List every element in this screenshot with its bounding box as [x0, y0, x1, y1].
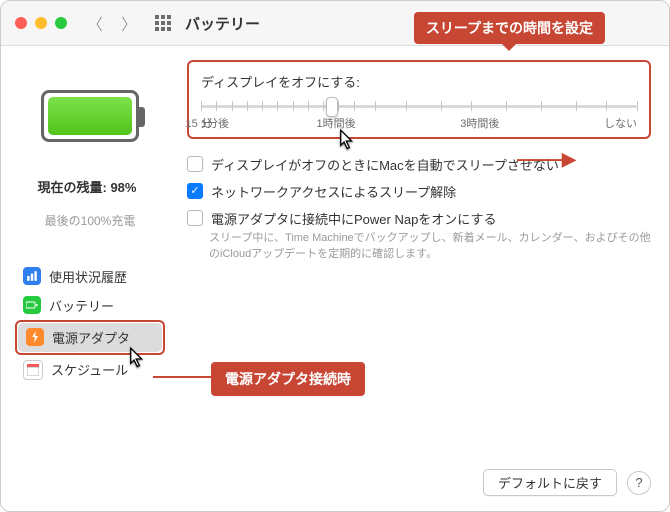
annotation-slider-callout: スリープまでの時間を設定 [414, 12, 605, 44]
help-button[interactable]: ? [627, 471, 651, 495]
sidebar-item-usage-history[interactable]: 使用状況履歴 [15, 262, 165, 291]
slider-tick-labels: 1分後 15 分 1時間後 3時間後 しない [201, 115, 637, 131]
checkbox-label: 電源アダプタに接続中にPower Napをオンにする [211, 209, 496, 228]
battery-icon [41, 90, 139, 142]
restore-defaults-button[interactable]: デフォルトに戻す [483, 469, 617, 496]
sidebar: 現在の残量: 98% 最後の100%充電 使用状況履歴 バッテリー 電源アダプタ [1, 46, 175, 512]
battery-status: 現在の残量: 98% 最後の100%充電 [26, 164, 155, 230]
annotation-sidebar-callout: 電源アダプタ接続時 [211, 362, 365, 396]
toolbar-nav: 〈 〉 [87, 11, 171, 35]
options-list: ディスプレイがオフのときにMacを自動でスリープさせない ネットワークアクセスに… [187, 155, 651, 263]
slider-label: ディスプレイをオフにする: [201, 72, 637, 91]
arrow-right-icon: ———▶ [517, 149, 573, 170]
checkbox-desc: スリープ中に、Time Machineでバックアップし、新着メール、カレンダー、… [209, 231, 651, 263]
show-all-icon[interactable] [155, 15, 171, 31]
bolt-icon [26, 328, 44, 346]
sidebar-item-label: 電源アダプタ [52, 328, 130, 347]
battery-small-icon [23, 296, 41, 314]
sidebar-item-label: バッテリー [49, 296, 114, 315]
chart-icon [23, 267, 41, 285]
battery-level: 現在の残量: 98% [26, 164, 155, 212]
preferences-window: 〈 〉 バッテリー 現在の残量: 98% 最後の100%充電 使用状況履歴 バッ… [0, 0, 670, 512]
checkbox-wake-for-network[interactable] [187, 183, 203, 199]
battery-last-charge: 最後の100%充電 [26, 212, 155, 230]
window-title: バッテリー [185, 13, 260, 34]
minimize-icon[interactable] [35, 17, 47, 29]
close-icon[interactable] [15, 17, 27, 29]
display-off-slider[interactable] [201, 101, 637, 111]
back-icon[interactable]: 〈 [87, 11, 103, 35]
sidebar-nav: 使用状況履歴 バッテリー 電源アダプタ スケジュール [15, 262, 165, 385]
checkbox-label: ディスプレイがオフのときにMacを自動でスリープさせない [211, 155, 559, 174]
sidebar-item-label: 使用状況履歴 [49, 267, 127, 286]
checkbox-prevent-sleep[interactable] [187, 156, 203, 172]
checkbox-label: ネットワークアクセスによるスリープ解除 [211, 182, 456, 201]
annotation-connector [153, 376, 211, 378]
main-pane: スリープまでの時間を設定 ディスプレイをオフにする: 1分後 15 分 1時間後… [175, 46, 669, 512]
sidebar-item-label: スケジュール [51, 360, 128, 379]
window-controls [15, 17, 67, 29]
slider-thumb[interactable] [326, 97, 338, 117]
display-off-slider-group: ディスプレイをオフにする: 1分後 15 分 1時間後 3時間後 しない [187, 60, 651, 139]
sidebar-item-schedule[interactable]: スケジュール [15, 355, 165, 385]
sidebar-item-power-adapter[interactable]: 電源アダプタ [18, 323, 162, 352]
footer-actions: デフォルトに戻す ? [483, 469, 651, 496]
calendar-icon [23, 360, 43, 380]
checkbox-power-nap[interactable] [187, 210, 203, 226]
sidebar-item-battery[interactable]: バッテリー [15, 291, 165, 320]
forward-icon[interactable]: 〉 [121, 11, 137, 35]
zoom-icon[interactable] [55, 17, 67, 29]
